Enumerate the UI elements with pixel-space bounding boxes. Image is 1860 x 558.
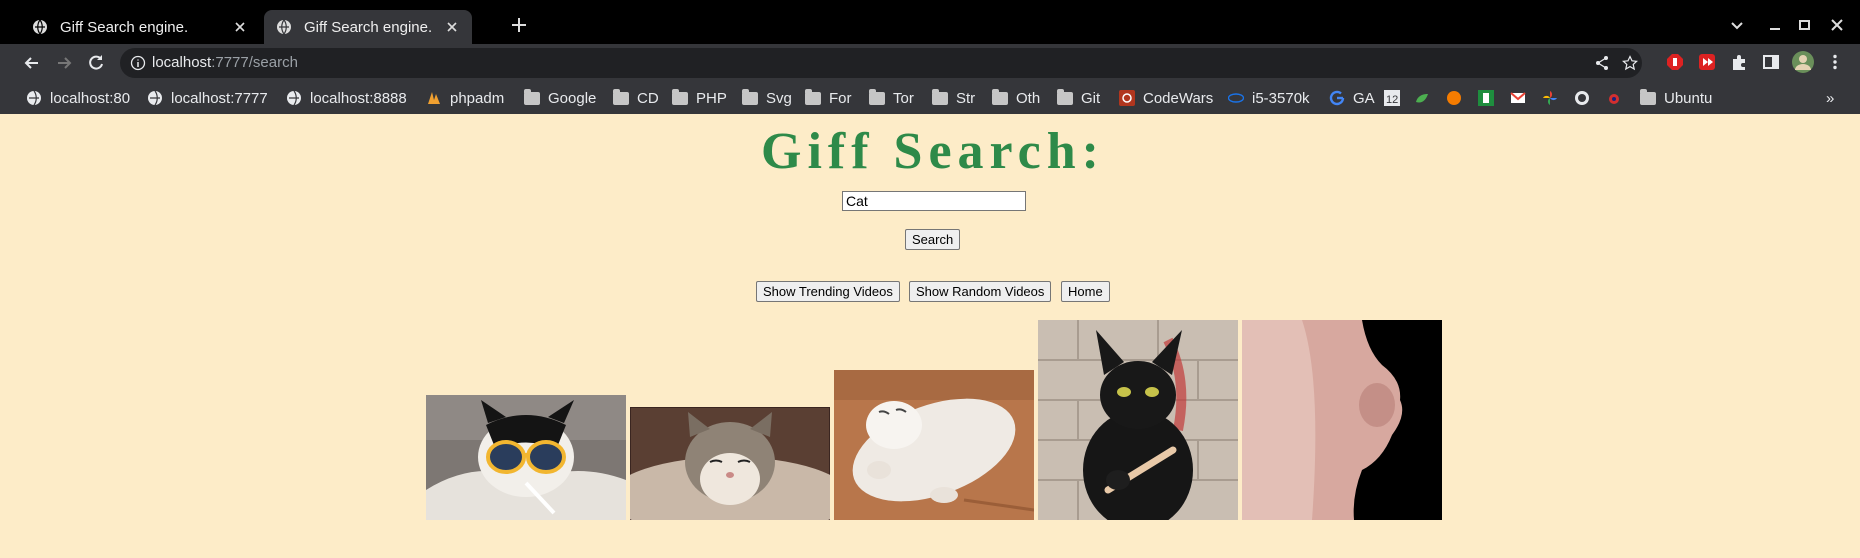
page-content: Giff Search: Search Show Trending Videos… — [0, 114, 1860, 558]
trending-videos-button[interactable]: Show Trending Videos — [756, 281, 900, 302]
close-icon[interactable] — [232, 19, 248, 35]
gif-result-5[interactable] — [1242, 320, 1442, 520]
gif-result-1[interactable] — [426, 395, 626, 520]
page-title: Giff Search: — [761, 123, 1105, 180]
share-icon[interactable] — [1594, 55, 1610, 71]
folder-icon — [932, 88, 948, 105]
random-videos-button[interactable]: Show Random Videos — [909, 281, 1052, 302]
spider-icon — [1609, 94, 1619, 104]
codewars-icon — [1119, 90, 1135, 106]
new-tab-icon[interactable] — [510, 16, 528, 34]
bookmarks-bar: localhost:80 localhost:7777 localhost:88… — [0, 82, 1860, 114]
bookmark-folder-oth[interactable]: Oth — [992, 87, 1040, 109]
globe-icon — [287, 90, 301, 106]
tab-title: Giff Search engine. — [60, 18, 189, 36]
globe-icon — [148, 90, 162, 106]
home-button[interactable]: Home — [1061, 281, 1110, 302]
bookmark-gmail[interactable] — [1510, 87, 1534, 109]
folder-icon — [613, 88, 629, 105]
bookmark-i5-3570k[interactable]: i5-3570k — [1228, 87, 1310, 109]
address-bar[interactable]: localhost:7777/search — [120, 48, 1642, 78]
globe-icon — [27, 90, 41, 106]
bookmark-phpadm[interactable]: phpadm — [426, 87, 504, 109]
bookmark-folder-str[interactable]: Str — [932, 87, 975, 109]
bookmark-codewars[interactable]: CodeWars — [1119, 87, 1213, 109]
bookmark-green-icon[interactable] — [1414, 87, 1438, 109]
bookmark-localhost-7777[interactable]: localhost:7777 — [147, 87, 268, 109]
search-button[interactable]: Search — [905, 229, 961, 250]
close-window-icon[interactable] — [1828, 16, 1846, 34]
forward-icon[interactable] — [54, 53, 74, 73]
avatar[interactable] — [1792, 51, 1814, 73]
globe-icon — [277, 19, 291, 35]
folder-icon — [1640, 88, 1656, 105]
svg-text:12: 12 — [1386, 94, 1398, 106]
bookmark-folder-svg[interactable]: Svg — [742, 87, 792, 109]
chevron-down-icon[interactable] — [1728, 16, 1746, 34]
back-icon[interactable] — [22, 53, 42, 73]
folder-icon — [524, 88, 540, 105]
folder-icon — [742, 88, 758, 105]
bookmark-folder-for[interactable]: For — [805, 87, 852, 109]
url-text: localhost:7777/search — [152, 54, 298, 71]
tab-active[interactable]: Giff Search engine. — [264, 10, 472, 44]
close-icon[interactable] — [444, 19, 460, 35]
gif-result-4[interactable] — [1038, 320, 1238, 520]
gif-result-3[interactable] — [834, 370, 1034, 520]
bookmark-12-icon[interactable]: 12 — [1384, 87, 1408, 109]
pinwheel-icon — [1543, 91, 1557, 105]
bookmark-localhost-8888[interactable]: localhost:8888 — [286, 87, 407, 109]
tab-title: Giff Search engine. — [304, 18, 433, 36]
info-icon[interactable] — [130, 55, 146, 71]
bookmark-ga[interactable]: GA — [1329, 87, 1375, 109]
minimize-icon[interactable] — [1766, 16, 1784, 34]
bookmark-folder-tor[interactable]: Tor — [869, 87, 914, 109]
extension-red-icon[interactable] — [1698, 53, 1716, 71]
menu-kebab-icon[interactable] — [1826, 53, 1844, 71]
firefox-icon — [1447, 91, 1461, 105]
browser-toolbar: localhost:7777/search — [0, 44, 1860, 82]
reload-icon[interactable] — [86, 53, 106, 73]
folder-icon — [805, 88, 821, 105]
bookmark-folder-google[interactable]: Google — [524, 87, 596, 109]
bookmark-folder-php[interactable]: PHP — [672, 87, 727, 109]
leaf-icon — [1416, 94, 1428, 103]
bookmark-folder-ubuntu[interactable]: Ubuntu — [1640, 87, 1712, 109]
sheet-icon — [1478, 90, 1494, 106]
star-icon[interactable] — [1622, 55, 1638, 71]
bookmark-spider-icon[interactable] — [1606, 87, 1630, 109]
folder-icon — [992, 88, 1008, 105]
phpmyadmin-icon — [428, 92, 440, 104]
intel-icon — [1228, 93, 1244, 103]
bookmark-folder-cd[interactable]: CD — [613, 87, 659, 109]
bookmark-localhost-80[interactable]: localhost:80 — [26, 87, 130, 109]
google-icon — [1329, 90, 1345, 106]
gif-result-2[interactable] — [630, 407, 830, 520]
restore-icon[interactable] — [1796, 16, 1814, 34]
github-icon — [1575, 91, 1589, 105]
adblock-icon[interactable] — [1666, 53, 1684, 71]
bookmark-github[interactable] — [1574, 87, 1598, 109]
bookmark-dark-green-icon[interactable] — [1478, 87, 1502, 109]
bookmark-orange-icon[interactable] — [1446, 87, 1470, 109]
tab-strip: Giff Search engine. Giff Search engine. — [0, 0, 1860, 44]
gmail-icon — [1510, 92, 1526, 103]
twelve-icon: 12 — [1384, 90, 1400, 106]
sidepanel-icon[interactable] — [1762, 53, 1780, 71]
folder-icon — [1057, 88, 1073, 105]
globe-icon — [33, 19, 47, 35]
bookmark-pinwheel-icon[interactable] — [1542, 87, 1566, 109]
bookmarks-overflow[interactable]: » — [1826, 87, 1834, 109]
bookmark-folder-git[interactable]: Git — [1057, 87, 1100, 109]
tab-inactive[interactable]: Giff Search engine. — [20, 10, 260, 44]
extensions-puzzle-icon[interactable] — [1730, 53, 1748, 71]
folder-icon — [672, 88, 688, 105]
folder-icon — [869, 88, 885, 105]
search-input[interactable] — [842, 191, 1026, 211]
